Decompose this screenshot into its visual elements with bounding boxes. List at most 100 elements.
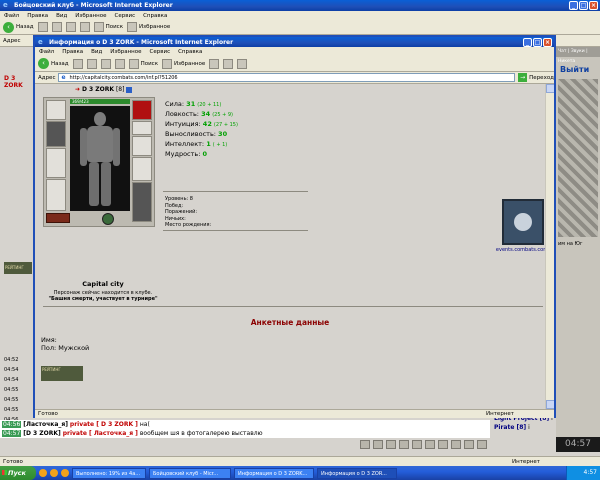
mail-icon[interactable] (223, 58, 234, 69)
chat-nick[interactable]: [D 3 ZORK] (23, 430, 61, 437)
quicklaunch-icon[interactable] (61, 469, 69, 477)
menu-tools[interactable]: Сервис (150, 49, 171, 55)
rating-badge[interactable]: РЕЙТИНГ (41, 366, 83, 381)
menu-file[interactable]: Файл (39, 49, 54, 55)
bg-statusbar: Готово Интернет (0, 456, 600, 466)
chat-tool-icon[interactable] (464, 440, 474, 449)
invite-arrow-icon[interactable]: ➜ (75, 86, 80, 93)
back-button[interactable]: ‹ Назад (3, 21, 34, 33)
taskbar-item-active[interactable]: Информация о D 3 ZOR... (317, 467, 397, 479)
chat-nick[interactable]: [Ласточка_я] (23, 421, 68, 428)
print-icon[interactable] (237, 58, 248, 69)
city-name: Capital city (82, 280, 124, 288)
fg-menubar: Файл Правка Вид Избранное Сервис Справка (35, 47, 554, 56)
url-field[interactable]: http://capitalcity.combats.com/inf.pl?51… (58, 73, 516, 82)
bg-right-panel: Чат | Звуки | Никета Выйти им на Юг (556, 47, 600, 437)
minimize-icon[interactable]: _ (569, 1, 578, 10)
start-button[interactable]: Пуск (0, 466, 36, 480)
info-icon[interactable]: i (528, 424, 530, 431)
exit-button[interactable]: Выйти (560, 65, 589, 74)
boots-slot[interactable] (132, 182, 152, 222)
home-icon[interactable] (114, 58, 125, 69)
close-icon[interactable]: × (589, 1, 598, 10)
stop-icon[interactable] (51, 22, 62, 32)
back-button[interactable]: ‹ Назад (38, 58, 69, 69)
menu-help[interactable]: Справка (178, 49, 202, 55)
chat-tool-icon[interactable] (360, 440, 370, 449)
menu-view[interactable]: Вид (56, 13, 67, 19)
maximize-icon[interactable]: □ (533, 38, 542, 47)
belt-slot[interactable] (46, 213, 70, 223)
menu-file[interactable]: Файл (4, 13, 19, 19)
go-button[interactable]: → Переход (518, 73, 554, 82)
armor-slot[interactable] (46, 179, 66, 211)
system-tray-clock[interactable]: 4:57 (566, 466, 600, 480)
scroll-down-icon[interactable] (546, 400, 554, 409)
info-icon[interactable] (126, 86, 133, 93)
stat-row: Мудрость: 0 (165, 150, 208, 158)
ring-slot[interactable] (132, 100, 152, 120)
events-emblem[interactable] (502, 199, 544, 245)
bg-character-nick[interactable]: D 3 ZORK (4, 75, 33, 89)
menu-favorites[interactable]: Избранное (110, 49, 141, 55)
shield-slot[interactable] (132, 157, 152, 181)
quicklaunch-icon[interactable] (39, 469, 47, 477)
menu-view[interactable]: Вид (91, 49, 102, 55)
taskbar: Пуск Выполнено: 19% из 4а... Бойцовский … (0, 466, 600, 480)
forward-icon[interactable] (72, 58, 83, 69)
profile-data: Имя: Пол: Мужской (41, 336, 89, 352)
character-silhouette (70, 106, 130, 211)
favorites-button[interactable]: Избранное (127, 22, 170, 32)
refresh-icon[interactable] (65, 22, 76, 32)
gloves-slot[interactable] (132, 136, 152, 156)
maximize-icon[interactable]: □ (579, 1, 588, 10)
chat-private[interactable]: private [ D 3 ZORK ] (70, 421, 138, 428)
bg-rating-badge: РЕЙТИНГ (4, 262, 32, 274)
quicklaunch-icon[interactable] (50, 469, 58, 477)
equipment-panel: 369/423 (43, 97, 155, 227)
minimize-icon[interactable]: _ (523, 38, 532, 47)
chat-tool-icon[interactable] (386, 440, 396, 449)
close-icon[interactable]: × (543, 38, 552, 47)
taskbar-item[interactable]: Бойцовский клуб - Micr... (149, 467, 231, 479)
online-user[interactable]: Pirate [8] i (490, 423, 556, 432)
menu-edit[interactable]: Правка (62, 49, 83, 55)
vertical-scrollbar[interactable] (545, 84, 554, 409)
forward-icon[interactable] (37, 22, 48, 32)
search-button[interactable]: Поиск (128, 58, 158, 69)
stop-icon[interactable] (86, 58, 97, 69)
chat-tool-icon[interactable] (412, 440, 422, 449)
fg-window-titlebar[interactable]: e Информация о D 3 ZORK - Microsoft Inte… (35, 37, 554, 47)
amulet-icon[interactable] (102, 213, 114, 225)
chat-tool-icon[interactable] (399, 440, 409, 449)
favorites-button[interactable]: Избранное (162, 58, 205, 69)
hp-bar: 369/423 (70, 99, 130, 104)
scroll-up-icon[interactable] (546, 84, 554, 93)
chat-tool-icon[interactable] (425, 440, 435, 449)
bg-toolbar: ‹ Назад Поиск Избранное (0, 20, 600, 35)
right-panel-tabs[interactable]: Чат | Звуки | Никета (556, 47, 600, 64)
taskbar-item[interactable]: Выполнено: 19% из 4а... (72, 467, 146, 479)
chat-private[interactable]: private [ Ласточка_я ] (63, 430, 138, 437)
location-map[interactable] (558, 79, 598, 237)
menu-help[interactable]: Справка (143, 13, 167, 19)
bg-left-panel: D 3 ZORK РЕЙТИНГ 04:52 04:54 04:54 04:55… (0, 47, 33, 437)
chat-tool-icon[interactable] (451, 440, 461, 449)
weapon-slot[interactable] (46, 148, 66, 178)
chat-tool-icon[interactable] (373, 440, 383, 449)
search-button[interactable]: Поиск (93, 22, 123, 32)
map-caption[interactable]: им на Юг (558, 241, 583, 247)
taskbar-item[interactable]: Информация о D 3 ZORK... (234, 467, 314, 479)
helmet-slot[interactable] (46, 121, 66, 147)
home-icon[interactable] (79, 22, 90, 32)
media-icon[interactable] (209, 58, 220, 69)
chat-tool-icon[interactable] (477, 440, 487, 449)
menu-edit[interactable]: Правка (27, 13, 48, 19)
earring-slot[interactable] (46, 100, 66, 120)
menu-favorites[interactable]: Избранное (75, 13, 106, 19)
menu-tools[interactable]: Сервис (115, 13, 136, 19)
character-meta: Уровень: 8 Побед: Поражений: Ничьих: Мес… (165, 196, 212, 228)
chat-tool-icon[interactable] (438, 440, 448, 449)
bracer-slot[interactable] (132, 121, 152, 135)
refresh-icon[interactable] (100, 58, 111, 69)
